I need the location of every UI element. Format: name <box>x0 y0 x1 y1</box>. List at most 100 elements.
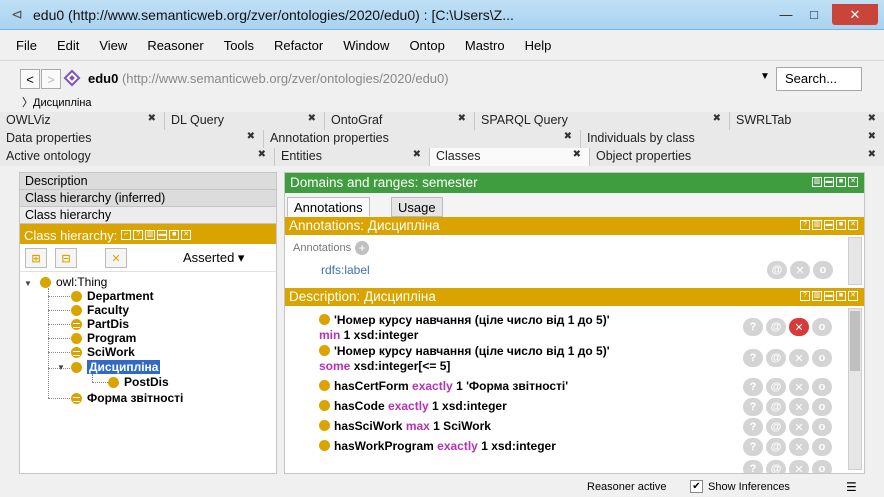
delete-icon[interactable]: ✕ <box>789 398 809 416</box>
delete-class-button[interactable]: ✕ <box>105 248 127 268</box>
explain-icon[interactable]: ? <box>743 318 763 336</box>
edit-icon[interactable]: o <box>812 349 832 367</box>
tab-object-properties[interactable]: Object properties ✖ <box>590 148 884 166</box>
close-view-icon[interactable]: ✕ <box>848 291 858 301</box>
axiom-row[interactable]: 'Номер курсу навчання (ціле число від 1 … <box>319 313 610 343</box>
view-tab-class-hierarchy[interactable]: Class hierarchy <box>20 207 276 224</box>
annotate-icon[interactable]: @ <box>766 418 786 436</box>
minimize-view-icon[interactable]: ▬ <box>824 220 834 230</box>
back-button[interactable]: < <box>20 69 40 89</box>
tab-sparql-query[interactable]: SPARQL Query ✖ <box>475 112 730 130</box>
minimize-view-icon[interactable]: ▬ <box>824 291 834 301</box>
scroll-thumb[interactable] <box>850 311 860 371</box>
close-button[interactable]: ✕ <box>832 4 878 25</box>
menu-tools[interactable]: Tools <box>214 38 264 53</box>
edit-icon[interactable]: o <box>812 418 832 436</box>
maximize-view-icon[interactable]: ■ <box>836 291 846 301</box>
close-icon[interactable]: ✖ <box>458 113 466 124</box>
tab-swrltab[interactable]: SWRLTab ✖ <box>730 112 884 130</box>
show-inferences-checkbox[interactable]: ✔ <box>690 480 703 493</box>
tree-node-forma-zvitnosti[interactable]: Форма звітності <box>71 391 183 405</box>
tree-node-postdis[interactable]: PostDis <box>108 375 169 389</box>
explain-icon[interactable]: ? <box>743 418 763 436</box>
menu-ontop[interactable]: Ontop <box>399 38 454 53</box>
close-icon[interactable]: ✖ <box>148 113 156 124</box>
tree-node-program[interactable]: Program <box>71 331 136 345</box>
ontology-address[interactable]: edu0 (http://www.semanticweb.org/zver/on… <box>88 71 449 86</box>
close-icon[interactable]: ✖ <box>868 131 876 142</box>
delete-icon[interactable]: ✕ <box>789 378 809 396</box>
tree-node-partdis[interactable]: PartDis <box>71 317 129 331</box>
tab-active-ontology[interactable]: Active ontology ✖ <box>0 148 275 166</box>
add-subclass-button[interactable]: ⊞ <box>25 248 47 268</box>
menu-file[interactable]: File <box>6 38 47 53</box>
minimize-view-icon[interactable]: ▬ <box>824 177 834 187</box>
annotate-icon[interactable]: @ <box>766 438 786 456</box>
explain-icon[interactable]: ? <box>743 438 763 456</box>
maximize-view-icon[interactable]: ■ <box>836 220 846 230</box>
menu-icon[interactable]: ☰ <box>846 480 857 494</box>
delete-icon[interactable]: ✕ <box>789 418 809 436</box>
close-icon[interactable]: ✖ <box>564 131 572 142</box>
add-annotation-button[interactable]: + <box>355 241 370 255</box>
tree-node-dystsyplina[interactable]: Дисципліна <box>71 360 161 374</box>
menu-reasoner[interactable]: Reasoner <box>137 38 213 53</box>
annotate-icon[interactable]: @ <box>766 460 786 473</box>
minimize-view-icon[interactable]: ▬ <box>157 230 168 240</box>
edit-icon[interactable]: o <box>812 460 832 473</box>
axiom-row[interactable]: hasCertForm exactly 1 'Форма звітності' <box>319 379 568 393</box>
maximize-view-icon[interactable]: ■ <box>836 177 846 187</box>
close-icon[interactable]: ✖ <box>868 149 876 160</box>
tree-node-owl-thing[interactable]: owl:Thing <box>40 275 107 289</box>
edit-icon[interactable]: o <box>812 438 832 456</box>
add-sibling-button[interactable]: ⊟ <box>55 248 77 268</box>
annotate-icon[interactable]: @ <box>766 349 786 367</box>
close-icon[interactable]: ✖ <box>573 149 581 160</box>
close-view-icon[interactable]: ✕ <box>848 177 858 187</box>
subtab-usage[interactable]: Usage <box>391 197 443 217</box>
tab-classes[interactable]: Classes ✖ <box>430 148 590 166</box>
tab-annotation-properties[interactable]: Annotation properties ✖ <box>264 130 581 148</box>
edit-icon[interactable]: o <box>812 398 832 416</box>
collapse-icon[interactable]: ▼ <box>57 363 65 372</box>
annotate-icon[interactable]: @ <box>766 378 786 396</box>
tab-dl-query[interactable]: DL Query ✖ <box>165 112 325 130</box>
tab-data-properties[interactable]: Data properties ✖ <box>0 130 264 148</box>
subtab-annotations[interactable]: Annotations <box>287 197 370 217</box>
minimize-button[interactable]: — <box>772 5 800 25</box>
annotations-scrollbar[interactable] <box>848 237 862 285</box>
edit-icon[interactable]: o <box>813 261 833 279</box>
help-icon[interactable]: ? <box>800 291 810 301</box>
tab-owlviz[interactable]: OWLViz ✖ <box>0 112 165 130</box>
menu-help[interactable]: Help <box>515 38 562 53</box>
tab-individuals-by-class[interactable]: Individuals by class ✖ <box>581 130 884 148</box>
delete-icon[interactable]: ✕ <box>789 349 809 367</box>
explain-icon[interactable]: ? <box>743 378 763 396</box>
close-icon[interactable]: ✖ <box>413 149 421 160</box>
search-input[interactable]: Search... <box>776 67 862 91</box>
menu-refactor[interactable]: Refactor <box>264 38 333 53</box>
close-icon[interactable]: ✖ <box>258 149 266 160</box>
breadcrumb[interactable]: 〉Дисципліна <box>22 94 92 110</box>
view-tab-class-hierarchy-inferred[interactable]: Class hierarchy (inferred) <box>20 190 276 207</box>
menu-edit[interactable]: Edit <box>47 38 89 53</box>
collapse-icon[interactable]: ▼ <box>24 279 32 288</box>
tab-ontograf[interactable]: OntoGraf ✖ <box>325 112 475 130</box>
maximize-view-icon[interactable]: ■ <box>169 230 180 240</box>
menu-mastro[interactable]: Mastro <box>455 38 515 53</box>
menu-view[interactable]: View <box>89 38 137 53</box>
tab-entities[interactable]: Entities ✖ <box>275 148 430 166</box>
split-icon[interactable]: ▥ <box>812 220 822 230</box>
split-icon[interactable]: ▥ <box>812 291 822 301</box>
axiom-row[interactable]: hasWorkProgram exactly 1 xsd:integer <box>319 439 556 453</box>
delete-icon[interactable]: ✕ <box>789 438 809 456</box>
close-icon[interactable]: ✖ <box>247 131 255 142</box>
delete-icon[interactable]: ✕ <box>790 261 810 279</box>
help-icon[interactable]: ? <box>133 230 144 240</box>
help-icon[interactable]: ? <box>800 220 810 230</box>
explain-icon[interactable]: ? <box>743 460 763 473</box>
chevron-down-icon[interactable]: ▼ <box>760 71 770 82</box>
edit-icon[interactable]: o <box>812 318 832 336</box>
edit-icon[interactable]: o <box>812 378 832 396</box>
annotate-icon[interactable]: @ <box>766 398 786 416</box>
